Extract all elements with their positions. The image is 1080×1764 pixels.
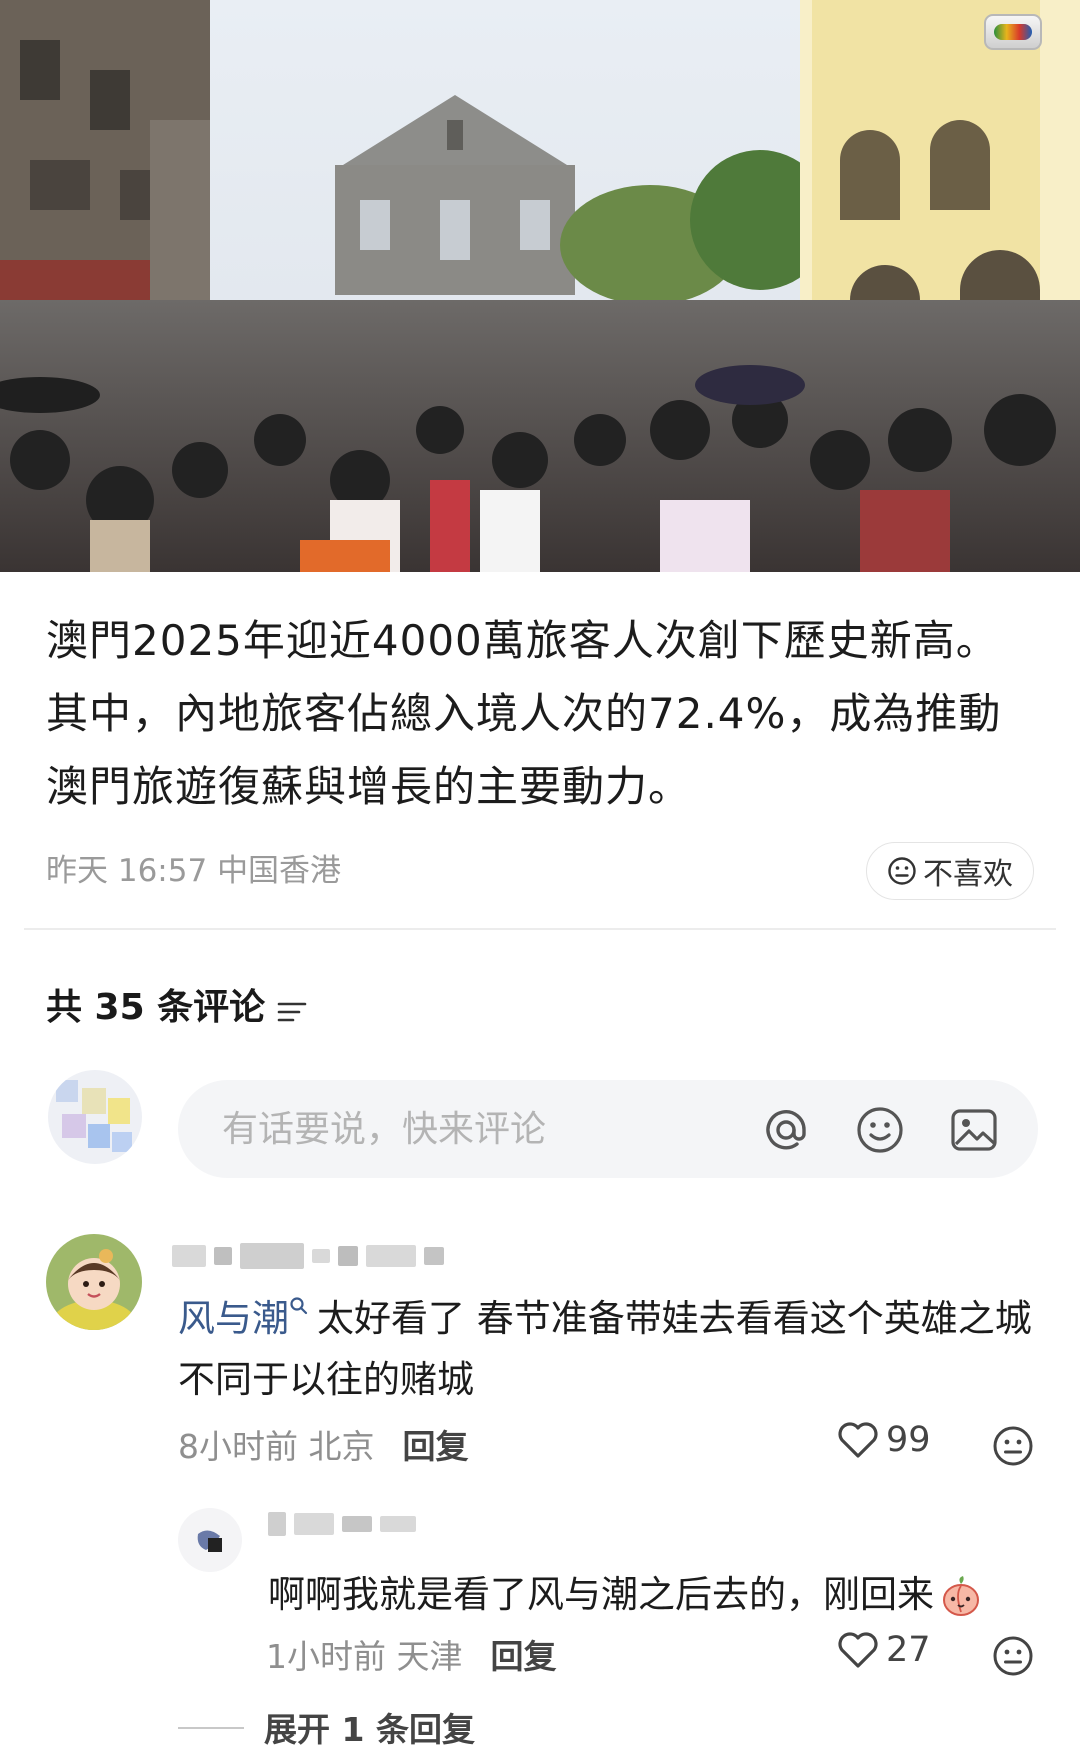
comment-mention[interactable]: 风与潮	[178, 1297, 289, 1340]
emoji-icon[interactable]	[854, 1104, 906, 1156]
heart-icon	[838, 1632, 878, 1668]
comments-header: 共 35 条评论	[46, 978, 307, 1030]
expand-divider	[178, 1727, 244, 1729]
reply-text: 啊啊我就是看了风与潮之后去的，刚回来	[268, 1564, 1048, 1625]
reply-meta: 1小时前 天津 回复	[266, 1630, 557, 1678]
commenter-avatar[interactable]	[46, 1234, 142, 1330]
comment-meta: 8小时前 北京 回复	[178, 1420, 469, 1468]
expand-replies-button[interactable]: 展开 1 条回复	[264, 1703, 475, 1751]
dislike-face-icon[interactable]	[992, 1425, 1034, 1467]
dislike-label: 不喜欢	[923, 857, 1013, 892]
post-time: 昨天 16:57	[46, 853, 208, 889]
reply-name-redacted[interactable]	[268, 1512, 416, 1536]
comment-text: 风与潮 太好看了 春节准备带娃去看看这个英雄之城 不同于以往的赌城	[178, 1288, 1038, 1410]
comment-input[interactable]	[222, 1108, 742, 1150]
comment-time-location: 8小时前 北京	[178, 1427, 375, 1466]
post-body: 澳門2025年迎近4000萬旅客人次創下歷史新高。其中，內地旅客佔總入境人次的7…	[46, 616, 1002, 811]
comment-composer[interactable]	[178, 1080, 1038, 1178]
post-photo-illustration	[0, 0, 1080, 572]
post-meta: 昨天 16:57 中国香港	[46, 845, 341, 890]
broadcaster-logo	[984, 14, 1042, 50]
search-mention-icon	[290, 1297, 308, 1315]
dislike-face-icon	[888, 857, 916, 885]
dislike-button[interactable]: 不喜欢	[866, 842, 1034, 900]
heart-icon	[838, 1422, 878, 1458]
like-count: 99	[886, 1420, 931, 1460]
comments-count-title: 共 35 条评论	[46, 987, 266, 1028]
reply-button[interactable]: 回复	[403, 1420, 469, 1468]
reply-time-location: 1小时前 天津	[266, 1637, 463, 1676]
reply-body: 啊啊我就是看了风与潮之后去的，刚回来	[268, 1573, 934, 1616]
peach-emoji-icon	[943, 1575, 979, 1616]
post-photo[interactable]	[0, 0, 1080, 572]
sort-icon[interactable]	[277, 992, 307, 1022]
commenter-name-redacted[interactable]	[172, 1243, 444, 1269]
like-button[interactable]: 99	[836, 1420, 931, 1460]
post-location: 中国香港	[217, 853, 342, 889]
at-icon[interactable]	[760, 1104, 812, 1156]
reply-avatar[interactable]	[178, 1508, 242, 1572]
reply-like-count: 27	[886, 1630, 931, 1670]
my-avatar[interactable]	[48, 1070, 142, 1164]
divider	[24, 928, 1056, 930]
image-icon[interactable]	[948, 1104, 1000, 1156]
reply-like-button[interactable]: 27	[836, 1630, 931, 1670]
dislike-face-icon[interactable]	[992, 1635, 1034, 1677]
reply-reply-button[interactable]: 回复	[491, 1630, 557, 1678]
